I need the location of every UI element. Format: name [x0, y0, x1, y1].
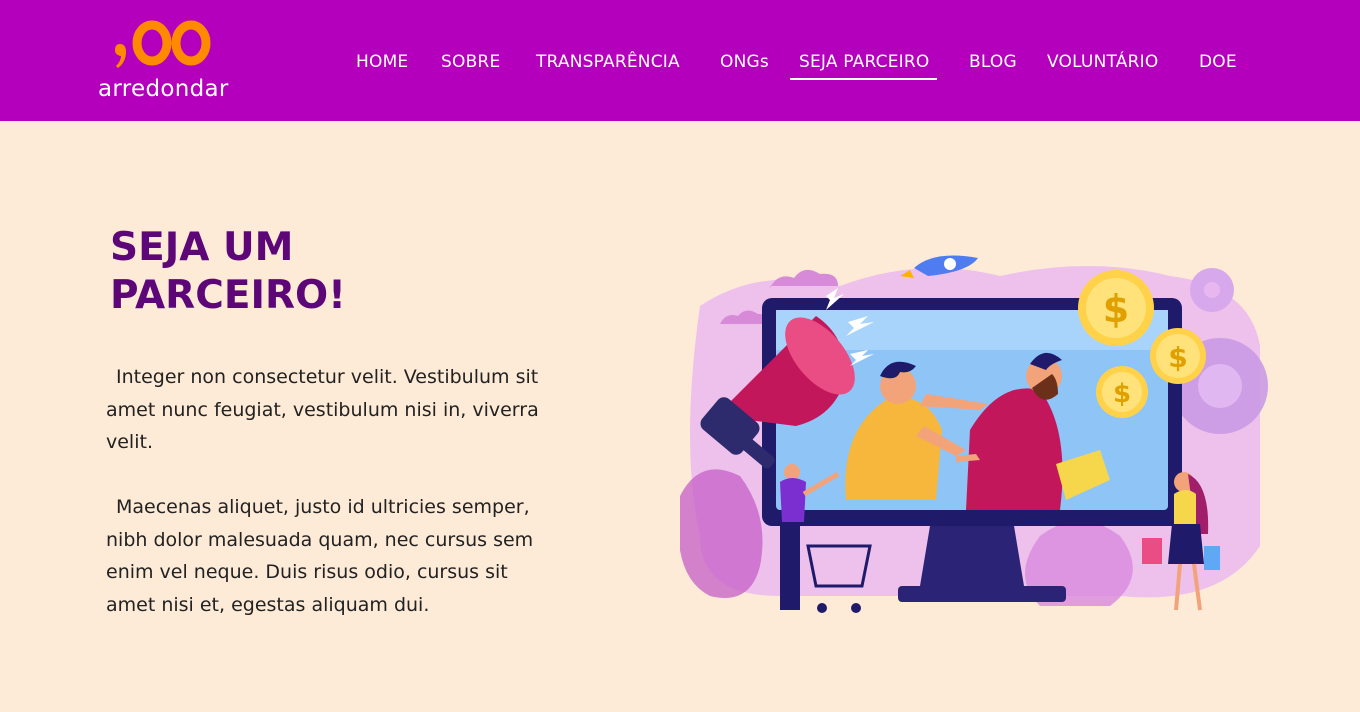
- main-nav: HOME SOBRE TRANSPARÊNCIA ONGs SEJA PARCE…: [0, 52, 1360, 82]
- svg-text:$: $: [1113, 379, 1131, 409]
- body-paragraph: Maecenas aliquet, justo id ultricies sem…: [106, 496, 534, 616]
- svg-text:$: $: [1103, 287, 1129, 331]
- nav-transparencia[interactable]: TRANSPARÊNCIA: [536, 52, 680, 72]
- nav-doe[interactable]: DOE: [1199, 52, 1237, 72]
- nav-ongs[interactable]: ONGs: [720, 52, 769, 72]
- nav-seja-parceiro[interactable]: SEJA PARCEIRO: [789, 52, 938, 80]
- site-header: arredondar HOME SOBRE TRANSPARÊNCIA ONGs…: [0, 0, 1360, 121]
- nav-blog[interactable]: BLOG: [969, 52, 1017, 72]
- partnership-illustration: $ $ $: [680, 255, 1268, 613]
- nav-sobre[interactable]: SOBRE: [441, 52, 500, 72]
- intro-paragraph: Integer non consectetur velit. Vestibulu…: [106, 366, 539, 453]
- nav-voluntario[interactable]: VOLUNTÁRIO: [1047, 52, 1158, 72]
- svg-text:$: $: [1168, 341, 1187, 374]
- nav-home[interactable]: HOME: [356, 52, 408, 72]
- page-title: SEJA UM PARCEIRO!: [110, 225, 346, 318]
